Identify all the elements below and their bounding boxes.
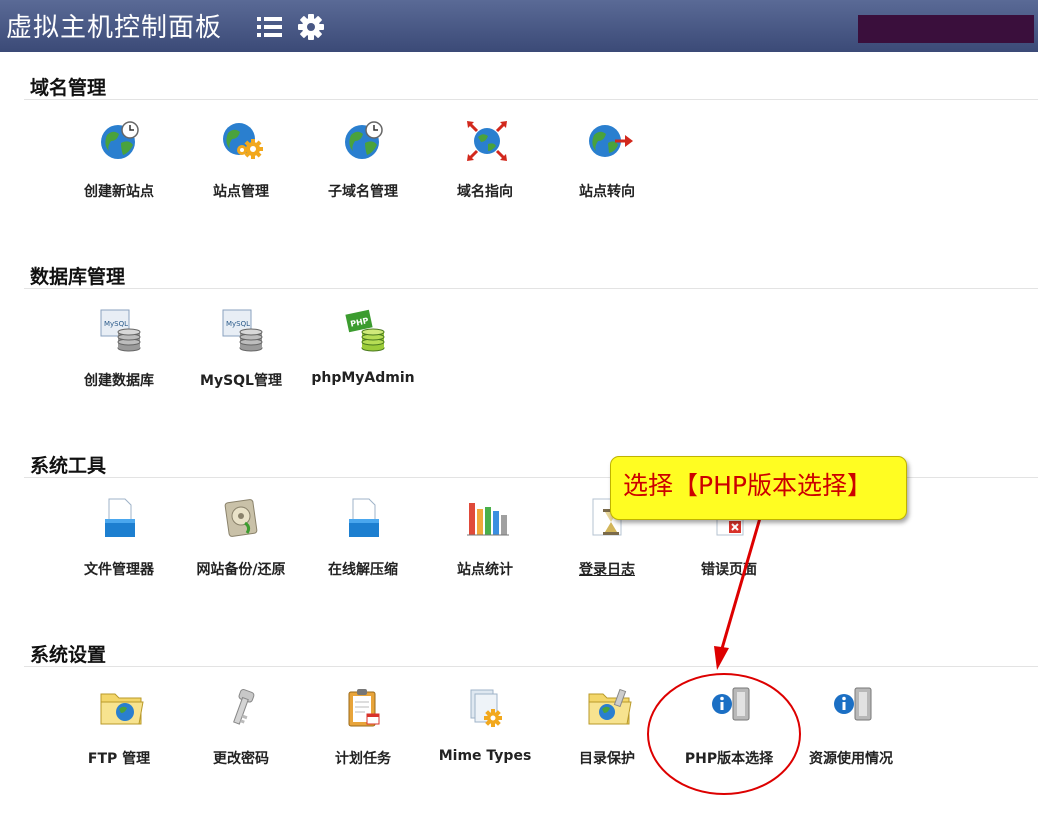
tile-online-decompress[interactable]: 在线解压缩 bbox=[302, 497, 424, 589]
globe-arrows-icon bbox=[465, 119, 507, 163]
tile-ftp-management[interactable]: FTP 管理 bbox=[58, 686, 180, 778]
file-gear-icon bbox=[465, 686, 505, 730]
tile-label: PHP版本选择 bbox=[684, 751, 774, 767]
bar-chart-icon bbox=[465, 497, 509, 541]
tile-label: 资源使用情况 bbox=[809, 751, 893, 767]
section-title: 域名管理 bbox=[30, 77, 107, 99]
mysql-db-icon: MySQL bbox=[221, 308, 263, 352]
svg-text:MySQL: MySQL bbox=[226, 320, 250, 328]
section-title: 系统工具 bbox=[30, 455, 107, 477]
tile-label: 站点转向 bbox=[579, 184, 635, 200]
top-bar: 虚拟主机控制面板 bbox=[0, 0, 1038, 52]
section-system-settings: 系统设置 FTP 管理 更改密码 计划任务 Mime Types 目录保护 PH… bbox=[24, 640, 1038, 790]
tile-label: 创建数据库 bbox=[84, 373, 154, 389]
section-title: 数据库管理 bbox=[30, 266, 126, 288]
php-db-icon: PHP bbox=[343, 308, 385, 352]
tile-domain-pointing[interactable]: 域名指向 bbox=[424, 119, 546, 211]
tile-label: 子域名管理 bbox=[328, 184, 398, 200]
section-domain-management: 域名管理 创建新站点 站点管理 子域名管理 域名指向 站点转向 bbox=[24, 73, 1038, 223]
backup-disk-icon bbox=[221, 497, 261, 541]
tile-label: 登录日志 bbox=[579, 562, 635, 578]
menu-icon[interactable] bbox=[256, 14, 284, 40]
tile-create-site[interactable]: 创建新站点 bbox=[58, 119, 180, 211]
globe-clock-icon bbox=[99, 119, 139, 163]
tile-label: 站点管理 bbox=[213, 184, 269, 200]
tile-site-redirect[interactable]: 站点转向 bbox=[546, 119, 668, 211]
tile-label: 文件管理器 bbox=[84, 562, 154, 578]
globe-gear-icon bbox=[221, 119, 263, 163]
tile-label: 创建新站点 bbox=[84, 184, 154, 200]
tile-subdomain-management[interactable]: 子域名管理 bbox=[302, 119, 424, 211]
tile-mysql-management[interactable]: MySQL MySQL管理 bbox=[180, 308, 302, 400]
tile-php-version-select[interactable]: PHP版本选择 bbox=[668, 686, 790, 778]
key-icon bbox=[221, 686, 261, 730]
tile-label: 目录保护 bbox=[579, 751, 635, 767]
tile-scheduled-tasks[interactable]: 计划任务 bbox=[302, 686, 424, 778]
folder-globe-icon bbox=[587, 686, 632, 730]
tile-label: 在线解压缩 bbox=[328, 562, 398, 578]
info-server-icon bbox=[709, 686, 750, 730]
annotation-callout: 选择【PHP版本选择】 bbox=[610, 456, 907, 520]
tile-label: 网站备份/还原 bbox=[196, 562, 286, 578]
app-title: 虚拟主机控制面板 bbox=[6, 13, 223, 43]
section-divider bbox=[24, 288, 1038, 289]
tile-site-statistics[interactable]: 站点统计 bbox=[424, 497, 546, 589]
tile-label: 计划任务 bbox=[335, 751, 391, 767]
tile-phpmyadmin[interactable]: PHP phpMyAdmin bbox=[302, 308, 424, 400]
tile-label: 站点统计 bbox=[457, 562, 513, 578]
tile-mime-types[interactable]: Mime Types bbox=[424, 686, 546, 778]
globe-arrow-icon bbox=[587, 119, 633, 163]
tile-create-database[interactable]: MySQL 创建数据库 bbox=[58, 308, 180, 400]
callout-text: 选择【PHP版本选择】 bbox=[623, 471, 872, 500]
tile-label: 域名指向 bbox=[457, 184, 513, 200]
section-title: 系统设置 bbox=[30, 644, 107, 666]
folder-globe-icon bbox=[99, 686, 144, 730]
tile-label: 错误页面 bbox=[701, 562, 757, 578]
tile-label: phpMyAdmin bbox=[311, 370, 415, 386]
section-database-management: 数据库管理 MySQL 创建数据库 MySQL MySQL管理 PHP phpM… bbox=[24, 262, 1038, 412]
tile-site-management[interactable]: 站点管理 bbox=[180, 119, 302, 211]
tile-site-backup-restore[interactable]: 网站备份/还原 bbox=[180, 497, 302, 589]
tile-label: MySQL管理 bbox=[200, 373, 282, 389]
section-divider bbox=[24, 99, 1038, 100]
tile-label: FTP 管理 bbox=[87, 751, 151, 767]
tile-label: 更改密码 bbox=[213, 751, 269, 767]
file-box-icon bbox=[99, 497, 139, 541]
section-divider bbox=[24, 666, 1038, 667]
tile-label: Mime Types bbox=[438, 748, 532, 764]
tile-file-manager[interactable]: 文件管理器 bbox=[58, 497, 180, 589]
tile-resource-usage[interactable]: 资源使用情况 bbox=[790, 686, 912, 778]
tile-change-password[interactable]: 更改密码 bbox=[180, 686, 302, 778]
info-server-icon bbox=[831, 686, 872, 730]
file-box-icon bbox=[343, 497, 383, 541]
globe-clock-icon bbox=[343, 119, 383, 163]
mysql-db-icon: MySQL bbox=[99, 308, 141, 352]
svg-text:MySQL: MySQL bbox=[104, 320, 128, 328]
gear-icon[interactable] bbox=[297, 13, 325, 41]
account-box[interactable] bbox=[858, 15, 1034, 43]
clipboard-calendar-icon bbox=[343, 686, 383, 730]
tile-directory-protection[interactable]: 目录保护 bbox=[546, 686, 668, 778]
